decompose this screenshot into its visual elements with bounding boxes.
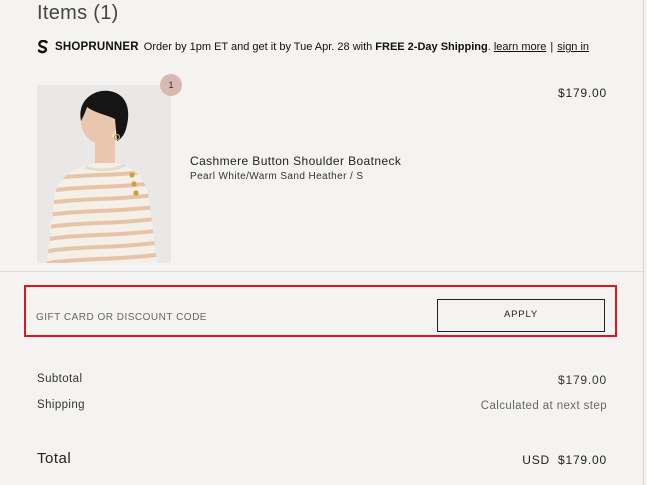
discount-code-input[interactable]: GIFT CARD OR DISCOUNT CODE [36,312,207,323]
panel-border [643,0,644,485]
shipping-label: Shipping [37,399,85,411]
apply-button[interactable]: APPLY [437,299,605,332]
shoprunner-brand: SHOPRUNNER [55,41,139,53]
promo-period: . [487,41,491,53]
shipping-value: Calculated at next step [480,400,607,412]
product-photo [37,85,171,263]
shoprunner-logo-icon [37,40,48,54]
item-name: Cashmere Button Shoulder Boatneck [190,154,402,168]
sign-in-link[interactable]: sign in [557,41,589,53]
link-separator: | [550,41,554,53]
shoprunner-banner: SHOPRUNNER Order by 1pm ET and get it by… [37,38,589,56]
items-heading: Items (1) [37,2,119,24]
product-image[interactable] [37,85,171,263]
checkout-order-summary: Items (1) SHOPRUNNER Order by 1pm ET and… [0,0,647,485]
total-currency: USD [522,453,551,467]
subtotal-value: $179.00 [558,373,607,387]
total-amount: USD $179.00 [522,453,607,467]
free-shipping-text: FREE 2-Day Shipping [375,41,488,53]
quantity-badge: 1 [160,74,182,96]
item-price: $179.00 [558,86,607,100]
shipping-promo-text: Order by 1pm ET and get it by Tue Apr. 2… [143,41,373,53]
total-value: $179.00 [558,453,607,467]
subtotal-label: Subtotal [37,373,83,385]
total-label: Total [37,450,72,467]
section-divider [0,271,643,272]
learn-more-link[interactable]: learn more [494,41,547,53]
item-variant: Pearl White/Warm Sand Heather / S [190,171,364,182]
